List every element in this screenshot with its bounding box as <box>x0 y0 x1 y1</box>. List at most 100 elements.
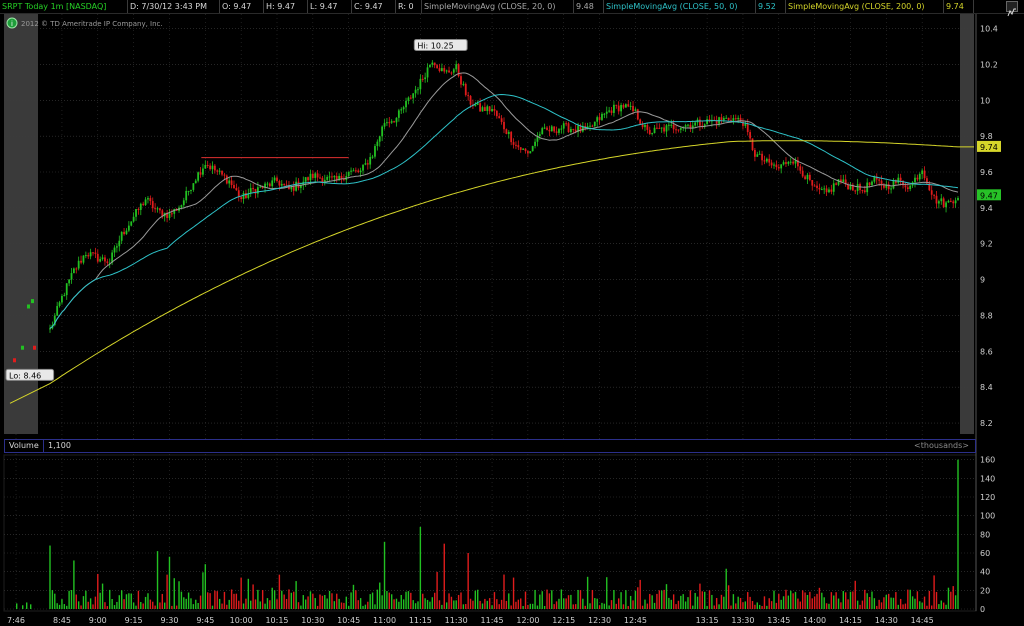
volume-bar <box>639 579 641 609</box>
volume-units: <thousands> <box>914 441 969 450</box>
volume-bar <box>754 604 756 609</box>
volume-bar <box>297 602 300 609</box>
volume-bar <box>785 589 787 609</box>
volume-bar <box>288 589 290 609</box>
candle-body <box>491 109 493 112</box>
candle-body <box>479 103 482 112</box>
candle-body <box>182 200 185 206</box>
volume-bar <box>828 603 830 609</box>
candle-body <box>871 181 873 186</box>
volume-bar <box>888 593 890 609</box>
volume-bar <box>931 605 933 609</box>
candle-body <box>464 83 467 96</box>
candle-body <box>211 165 214 170</box>
candle-body <box>409 97 412 99</box>
volume-bar <box>316 605 319 609</box>
candle-body <box>940 198 943 202</box>
volume-bar <box>780 599 782 609</box>
candle-body <box>127 225 130 231</box>
high-readout: H: 9.47 <box>264 0 308 13</box>
candle-body <box>679 128 682 130</box>
candle-body <box>402 107 405 110</box>
volume-bar <box>704 591 706 609</box>
candle-body <box>883 185 885 188</box>
candle-body <box>58 302 61 306</box>
candle-body <box>935 195 938 204</box>
volume-bar <box>192 604 195 609</box>
volume-bar <box>195 599 197 609</box>
volume-bar <box>30 604 32 609</box>
price-tick-label: 9.6 <box>980 168 993 177</box>
candle-body <box>500 118 503 122</box>
candle-body <box>419 78 422 90</box>
volume-bar <box>620 592 622 609</box>
candle-body <box>596 117 599 122</box>
volume-bar <box>104 602 106 609</box>
candle-body <box>813 185 816 187</box>
volume-bar <box>534 589 536 609</box>
time-tick-label: 12:15 <box>552 616 575 625</box>
chart-canvas[interactable]: Hi: 10.25 Lo: 8.46 9.74 9.47 i 2012 © TD Amer… <box>0 0 1024 626</box>
volume-bar <box>856 600 859 609</box>
volume-bar <box>393 599 395 609</box>
volume-bar <box>364 604 367 609</box>
volume-bar <box>111 599 113 609</box>
candle-body <box>452 69 455 73</box>
volume-bar <box>692 605 694 609</box>
volume-bar <box>498 604 500 609</box>
volume-bar <box>596 598 598 609</box>
candle-body <box>311 173 314 178</box>
volume-bar <box>591 589 594 609</box>
candle-body <box>493 109 496 111</box>
candle-body <box>397 110 400 118</box>
price-tick-label: 10 <box>980 96 990 105</box>
time-tick-label: 7:46 <box>7 616 25 625</box>
volume-bar <box>70 590 73 609</box>
candle-body <box>139 203 142 210</box>
volume-bar <box>541 591 543 609</box>
candle-body <box>75 268 78 270</box>
volume-bar <box>381 595 383 609</box>
candle-body <box>268 183 271 187</box>
candle-body <box>192 183 195 190</box>
volume-bar <box>75 594 77 609</box>
candle-body <box>190 189 192 191</box>
volume-bar <box>563 598 565 609</box>
volume-bar <box>235 593 238 609</box>
volume-bar <box>806 594 809 609</box>
candle-body <box>524 148 527 152</box>
postmarket-shade <box>960 14 974 434</box>
volume-bar <box>947 587 950 609</box>
candle-body <box>366 163 369 165</box>
candle-body <box>548 129 551 132</box>
volume-bar <box>622 604 625 609</box>
volume-bar <box>546 589 548 609</box>
candle-body <box>921 170 924 174</box>
volume-bar <box>443 543 445 609</box>
volume-bar <box>794 591 797 609</box>
candle-body <box>123 231 125 235</box>
chart-settings-icon[interactable] <box>1006 1 1018 17</box>
volume-bar <box>694 592 696 609</box>
candle-body <box>591 125 594 127</box>
volume-bar <box>665 584 668 609</box>
candle-body <box>725 117 728 119</box>
volume-bar <box>390 594 393 609</box>
candle-body <box>70 273 73 280</box>
volume-bar <box>945 604 947 609</box>
candle-body <box>947 200 950 203</box>
candle-body <box>278 181 281 186</box>
candle-body <box>780 164 783 169</box>
symbol-label[interactable]: SRPT Today 1m [NASDAQ] <box>0 0 128 13</box>
volume-bar <box>414 603 417 609</box>
volume-bar <box>125 594 128 609</box>
volume-bar <box>493 592 496 609</box>
volume-bar <box>431 597 434 609</box>
volume-bar <box>649 593 651 609</box>
candle-body <box>104 257 106 262</box>
candle-body <box>818 188 821 190</box>
candle-body <box>481 107 484 112</box>
volume-bar <box>417 601 419 609</box>
volume-bar <box>926 605 928 609</box>
volume-bar <box>813 596 816 609</box>
